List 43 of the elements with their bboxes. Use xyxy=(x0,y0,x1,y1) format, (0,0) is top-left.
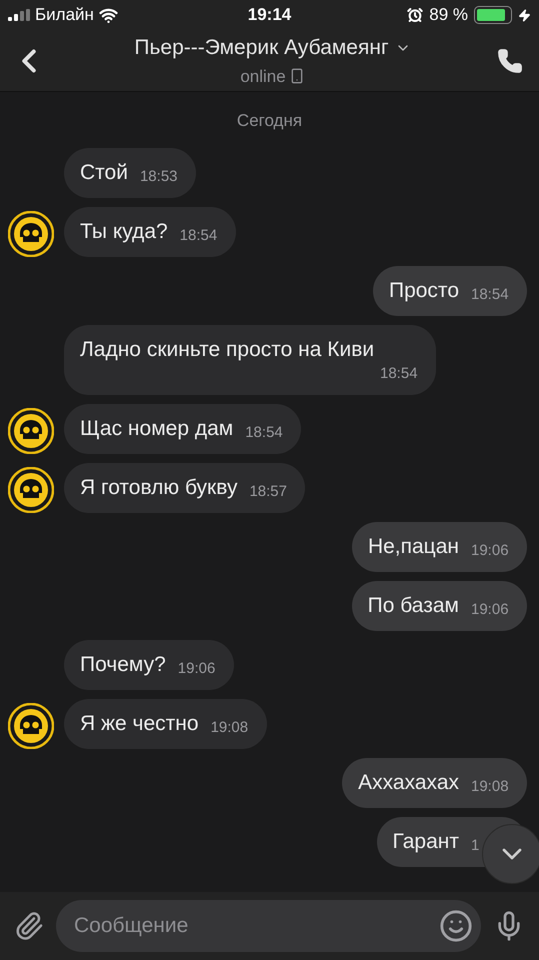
avatar-icon[interactable] xyxy=(8,210,54,256)
avatar-icon[interactable] xyxy=(8,466,54,512)
message-time: 18:54 xyxy=(471,284,509,304)
signal-icon xyxy=(8,9,30,21)
message-text: Ладно скиньте просто на Киви xyxy=(80,336,376,362)
message-text: Я же честно xyxy=(80,710,199,736)
message-text: Ты куда? xyxy=(80,218,168,244)
message-time: 19:06 xyxy=(471,600,509,620)
message-text: Я готовлю букву xyxy=(80,474,238,500)
phone-device-icon xyxy=(288,68,305,84)
message-time: 18:54 xyxy=(380,364,418,384)
contact-status: online xyxy=(240,66,286,88)
message-time: 18:57 xyxy=(249,482,287,502)
message-time: 18:53 xyxy=(140,166,178,186)
message-time: 19:06 xyxy=(471,540,509,560)
message-text: Аххахахах xyxy=(358,770,459,796)
avatar-icon[interactable] xyxy=(8,408,54,454)
message-time: 19:06 xyxy=(178,658,216,678)
charging-icon xyxy=(518,8,531,22)
clock-time: 19:14 xyxy=(246,4,292,26)
message-text: По базам xyxy=(368,592,459,618)
battery-percent: 89 % xyxy=(429,4,468,26)
message-text: Не,пацан xyxy=(368,534,459,560)
message-text: Стой xyxy=(80,160,128,186)
chat-title[interactable]: Пьер---Эмерик Аубамеянг xyxy=(134,32,389,64)
paperclip-icon[interactable] xyxy=(14,911,44,941)
message-bar[interactable]: Сообщение xyxy=(56,900,481,952)
message-time: 19:08 xyxy=(210,718,248,738)
message-text: Просто xyxy=(388,278,459,304)
avatar-icon[interactable] xyxy=(8,702,54,748)
battery-icon xyxy=(474,6,512,24)
date-divider: Сегодня xyxy=(236,110,302,132)
message-text: Гарант xyxy=(392,828,459,854)
message-time: 18:54 xyxy=(245,422,283,442)
alarm-icon xyxy=(407,7,424,23)
message-time: 19:08 xyxy=(471,776,509,796)
message-text: Почему? xyxy=(80,652,166,678)
phone-icon[interactable] xyxy=(497,48,523,74)
message-time: 18:54 xyxy=(180,226,218,246)
emoji-icon[interactable] xyxy=(439,909,473,943)
carrier-name: Билайн xyxy=(35,4,94,26)
message-time: 1 xyxy=(471,836,480,856)
message-text: Щас номер дам xyxy=(80,416,234,442)
